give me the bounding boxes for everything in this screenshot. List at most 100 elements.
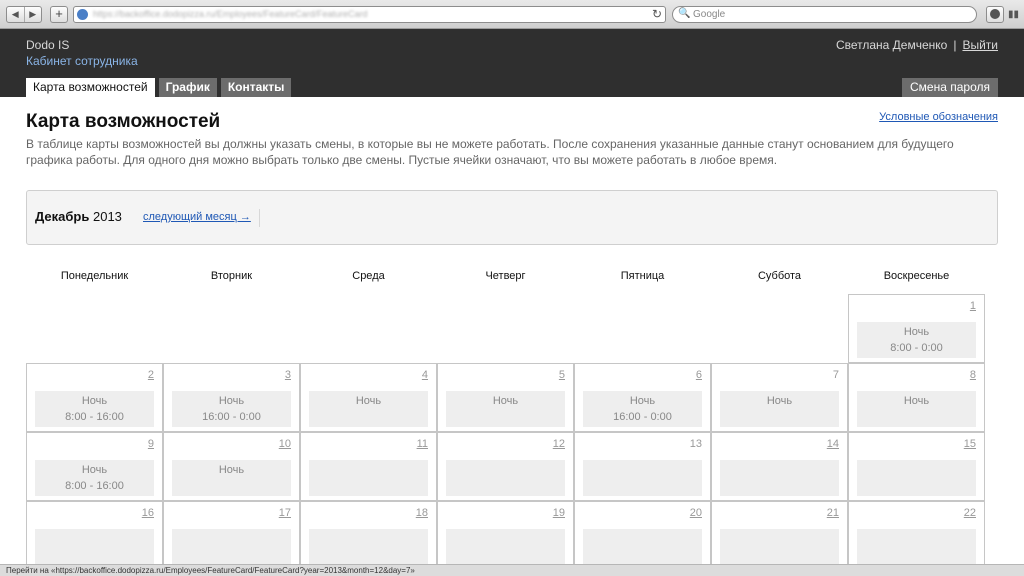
calendar-day-cell[interactable]: 18 (300, 501, 437, 570)
weekday-header: Суббота (757, 270, 802, 282)
calendar-day-cell[interactable]: 2 Ночь 8:00 - 16:00 (26, 363, 163, 432)
tab-schedule[interactable]: График (158, 78, 217, 97)
shift-label: Ночь (903, 395, 930, 407)
calendar-day-cell[interactable]: 6 Ночь 16:00 - 0:00 (574, 363, 711, 432)
calendar-day-cell[interactable]: 3 Ночь 16:00 - 0:00 (163, 363, 300, 432)
calendar-day-cell[interactable]: 4 Ночь (300, 363, 437, 432)
shift-label: Ночь (903, 326, 930, 338)
back-icon[interactable]: ◀ (7, 7, 24, 22)
shift-slot[interactable] (720, 529, 839, 565)
day-number-link[interactable]: 2 (148, 369, 154, 381)
shift-slot[interactable]: Ночь (309, 391, 428, 427)
tab-contacts[interactable]: Контакты (220, 78, 292, 97)
day-number-link[interactable]: 9 (148, 438, 154, 450)
shift-slot[interactable] (446, 529, 565, 565)
shift-slot[interactable] (583, 460, 702, 496)
calendar-day-cell[interactable]: 21 (711, 501, 848, 570)
calendar-day-cell[interactable]: 7 Ночь (711, 363, 848, 432)
legend-link[interactable]: Условные обозначения (879, 111, 998, 123)
divider (259, 209, 260, 227)
next-month-link[interactable]: следующий месяц → (143, 211, 251, 223)
weekday-header: Воскресенье (883, 270, 950, 282)
calendar-day-cell[interactable]: 5 Ночь (437, 363, 574, 432)
reload-icon[interactable]: ↻ (652, 7, 662, 21)
shift-slot[interactable]: Ночь 16:00 - 0:00 (583, 391, 702, 427)
calendar-day-cell[interactable]: 22 (848, 501, 985, 570)
day-number-link[interactable]: 13 (690, 438, 702, 450)
search-input[interactable]: 🔍 Google (672, 6, 977, 23)
downloads-button[interactable] (986, 6, 1004, 23)
logout-link[interactable]: Выйти (962, 38, 998, 52)
shift-time: 16:00 - 0:00 (613, 411, 672, 423)
calendar-day-cell[interactable]: 1 Ночь 8:00 - 0:00 (848, 294, 985, 363)
shift-slot[interactable] (309, 529, 428, 565)
shift-slot[interactable]: Ночь (172, 460, 291, 496)
add-bookmark-button[interactable]: + (50, 6, 68, 23)
day-number-link[interactable]: 16 (142, 507, 154, 519)
day-number-link[interactable]: 6 (696, 369, 702, 381)
calendar-day-cell[interactable]: 20 (574, 501, 711, 570)
day-number-link[interactable]: 21 (827, 507, 839, 519)
shift-slot[interactable]: Ночь (446, 391, 565, 427)
weekday-header: Вторник (210, 270, 253, 282)
shift-slot[interactable]: Ночь 8:00 - 16:00 (35, 460, 154, 496)
day-number-link[interactable]: 15 (964, 438, 976, 450)
change-password-button[interactable]: Смена пароля (902, 78, 998, 97)
calendar-day-cell[interactable]: 9 Ночь 8:00 - 16:00 (26, 432, 163, 501)
app-logo[interactable]: Dodo IS (26, 38, 69, 52)
day-number-link[interactable]: 8 (970, 369, 976, 381)
address-bar[interactable]: https://backoffice.dodopizza.ru/Employee… (73, 6, 666, 23)
shift-slot[interactable]: Ночь 8:00 - 16:00 (35, 391, 154, 427)
weekday-header: Понедельник (60, 270, 129, 282)
day-number-link[interactable]: 5 (559, 369, 565, 381)
shift-slot[interactable]: Ночь 16:00 - 0:00 (172, 391, 291, 427)
calendar-day-cell[interactable]: 15 (848, 432, 985, 501)
calendar-day-cell[interactable]: 17 (163, 501, 300, 570)
calendar-day-cell[interactable]: 13 (574, 432, 711, 501)
shift-slot[interactable] (172, 529, 291, 565)
calendar-day-cell[interactable]: 19 (437, 501, 574, 570)
day-number-link[interactable]: 7 (833, 369, 839, 381)
year-label: 2013 (92, 209, 122, 224)
shift-slot[interactable] (35, 529, 154, 565)
shift-slot[interactable] (309, 460, 428, 496)
forward-icon[interactable]: ▶ (23, 7, 42, 22)
shift-time: 8:00 - 16:00 (65, 480, 124, 492)
day-number-link[interactable]: 4 (422, 369, 428, 381)
day-number-link[interactable]: 17 (279, 507, 291, 519)
calendar-day-cell[interactable]: 16 (26, 501, 163, 570)
day-number-link[interactable]: 19 (553, 507, 565, 519)
day-number-link[interactable]: 20 (690, 507, 702, 519)
calendar-day-cell[interactable]: 12 (437, 432, 574, 501)
weekday-header: Среда (352, 270, 385, 282)
day-number-link[interactable]: 22 (964, 507, 976, 519)
shift-slot[interactable]: Ночь (720, 391, 839, 427)
calendar-day-cell[interactable]: 14 (711, 432, 848, 501)
shift-label: Ночь (218, 395, 245, 407)
shift-slot[interactable] (583, 529, 702, 565)
url-text: https://backoffice.dodopizza.ru/Employee… (93, 9, 368, 19)
day-number-link[interactable]: 10 (279, 438, 291, 450)
day-number-link[interactable]: 14 (827, 438, 839, 450)
day-number-link[interactable]: 3 (285, 369, 291, 381)
day-number-link[interactable]: 12 (553, 438, 565, 450)
shift-slot[interactable]: Ночь (857, 391, 976, 427)
shift-slot[interactable] (446, 460, 565, 496)
bookmarks-icon[interactable]: ▮▮ (1008, 6, 1020, 23)
tab-feature-card[interactable]: Карта возможностей (26, 78, 155, 97)
shift-slot[interactable] (857, 460, 976, 496)
day-number-link[interactable]: 11 (417, 438, 428, 450)
shift-label: Ночь (81, 395, 108, 407)
calendar-day-cell[interactable]: 10 Ночь (163, 432, 300, 501)
shift-slot[interactable]: Ночь 8:00 - 0:00 (857, 322, 976, 358)
day-number-link[interactable]: 18 (416, 507, 428, 519)
calendar-day-cell[interactable]: 11 (300, 432, 437, 501)
shift-slot[interactable] (857, 529, 976, 565)
shift-slot[interactable] (720, 460, 839, 496)
page-title: Карта возможностей (26, 111, 221, 132)
shift-time: 16:00 - 0:00 (202, 411, 261, 423)
day-number-link[interactable]: 1 (970, 300, 976, 312)
back-forward-buttons[interactable]: ◀ ▶ (6, 6, 42, 23)
calendar-day-cell[interactable]: 8 Ночь (848, 363, 985, 432)
app-subtitle[interactable]: Кабинет сотрудника (26, 54, 138, 68)
